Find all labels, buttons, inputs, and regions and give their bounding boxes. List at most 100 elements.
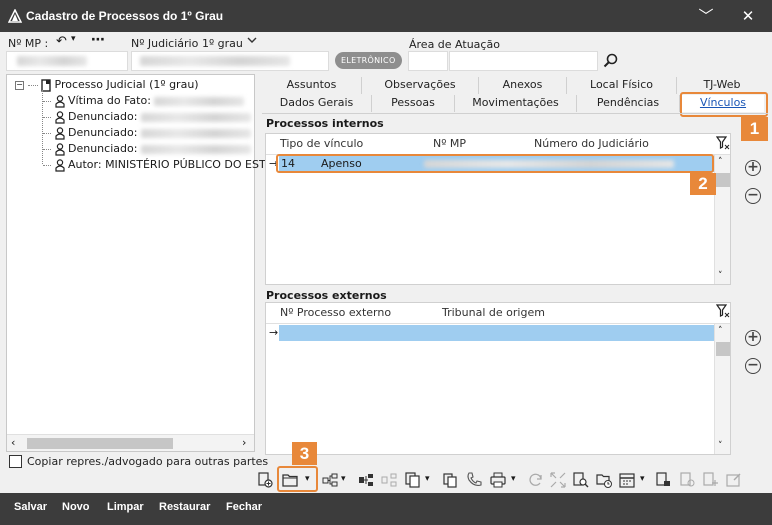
search-icon[interactable] xyxy=(603,53,619,69)
externos-grid: Nº Processo externo Tribunal de origem →… xyxy=(265,302,731,455)
copy-repres-label: Copiar repres./advogado para outras part… xyxy=(27,455,269,468)
column-header[interactable]: Nº MP xyxy=(433,134,466,154)
mp-input[interactable] xyxy=(6,51,128,71)
scrollbar-thumb[interactable] xyxy=(716,173,730,187)
tree-item[interactable]: Denunciado: xyxy=(43,109,251,125)
tab-pendencias[interactable]: Pendências xyxy=(577,95,680,112)
tree-item[interactable]: Vítima do Fato: xyxy=(43,93,245,109)
document-edit-icon[interactable] xyxy=(726,472,742,488)
copy-repres-checkbox[interactable] xyxy=(9,455,22,468)
chevron-down-icon[interactable]: ▾ xyxy=(71,34,76,44)
add-icon[interactable]: + xyxy=(745,330,761,346)
search-document-icon[interactable] xyxy=(573,472,589,488)
filter-icon[interactable] xyxy=(716,304,730,318)
expand-icon[interactable] xyxy=(550,472,566,488)
chevron-up-icon[interactable]: ˄ xyxy=(718,326,723,336)
tab-observacoes[interactable]: Observações xyxy=(362,77,479,94)
tree-item[interactable]: Denunciado: xyxy=(43,125,251,141)
remove-icon[interactable]: − xyxy=(745,358,761,374)
document-settings-icon[interactable] xyxy=(680,472,696,488)
phone-icon[interactable] xyxy=(466,472,482,488)
clear-button[interactable]: Limpar xyxy=(107,501,144,513)
refresh-icon[interactable] xyxy=(528,472,544,488)
tree-item-label: Autor: MINISTÉRIO PÚBLICO DO ESTA xyxy=(68,158,273,171)
judiciario-grau-select[interactable]: 1º grau xyxy=(202,37,243,50)
chevron-down-icon[interactable] xyxy=(247,36,257,44)
column-header[interactable]: Número do Judiciário xyxy=(534,134,649,154)
callout-number: 2 xyxy=(690,173,716,195)
filter-icon[interactable] xyxy=(716,136,730,150)
tree-item-label: Denunciado: xyxy=(68,126,138,139)
copy-icon[interactable] xyxy=(442,472,458,488)
restore-button[interactable]: Restaurar xyxy=(159,501,210,513)
row-marker: → xyxy=(269,326,279,339)
column-header[interactable]: Tipo de vínculo xyxy=(280,134,363,154)
chevron-down-icon[interactable]: ˅ xyxy=(718,271,723,281)
tree-item-label: Denunciado: xyxy=(68,142,138,155)
tab-local-fisico[interactable]: Local Físico xyxy=(567,77,677,94)
more-icon[interactable]: ⋯ xyxy=(91,32,105,48)
chevron-down-icon[interactable]: ▾ xyxy=(341,474,346,484)
chevron-right-icon[interactable]: › xyxy=(242,436,246,449)
new-document-icon[interactable] xyxy=(257,472,273,488)
documents-icon[interactable] xyxy=(405,472,421,488)
collapse-icon[interactable]: − xyxy=(15,80,24,90)
mp-label: Nº MP : xyxy=(8,37,49,50)
undo-icon[interactable]: ↶ xyxy=(56,34,67,49)
process-tree: − Processo Judicial (1º grau) Vítima do … xyxy=(6,74,272,452)
minimize-button[interactable]: ﹀ xyxy=(690,4,722,28)
document-add-icon[interactable] xyxy=(703,472,719,488)
scrollbar-thumb[interactable] xyxy=(27,438,173,449)
column-header[interactable]: Nº Processo externo xyxy=(280,303,391,323)
remove-icon[interactable]: − xyxy=(745,188,761,204)
area-atuacao-label: Área de Atuação xyxy=(409,38,500,51)
save-button[interactable]: Salvar xyxy=(14,501,47,513)
column-header[interactable]: Tribunal de origem xyxy=(442,303,545,323)
hierarchy-icon[interactable] xyxy=(322,472,338,488)
chevron-down-icon[interactable]: ▾ xyxy=(425,474,430,484)
highlight-box xyxy=(276,154,714,173)
person-icon xyxy=(54,142,65,156)
tab-anexos[interactable]: Anexos xyxy=(479,77,567,94)
window-title: Cadastro de Processos do 1º Grau xyxy=(26,9,224,23)
callout-number: 1 xyxy=(741,117,768,141)
chevron-down-icon[interactable]: ▾ xyxy=(511,474,516,484)
bottom-action-bar: Salvar Novo Limpar Restaurar Fechar xyxy=(0,493,772,525)
externos-vscrollbar[interactable]: ˄ ˅ xyxy=(714,324,730,454)
tab-assuntos[interactable]: Assuntos xyxy=(262,77,362,94)
tab-dados-gerais[interactable]: Dados Gerais xyxy=(262,95,372,112)
judiciario-input[interactable] xyxy=(131,51,329,71)
person-icon xyxy=(54,158,65,172)
document-lock-icon[interactable] xyxy=(656,472,672,488)
chevron-down-icon[interactable]: ˅ xyxy=(718,441,723,451)
chevron-up-icon[interactable]: ˄ xyxy=(718,157,723,167)
close-form-button[interactable]: Fechar xyxy=(226,501,262,513)
chevron-down-icon[interactable]: ▾ xyxy=(640,474,645,484)
add-icon[interactable]: + xyxy=(745,160,761,176)
unlink-process-icon[interactable] xyxy=(381,472,397,488)
person-icon xyxy=(54,94,65,108)
tree-item[interactable]: Denunciado: xyxy=(43,141,251,157)
print-icon[interactable] xyxy=(490,472,506,488)
scrollbar-thumb[interactable] xyxy=(716,342,730,356)
link-process-icon[interactable] xyxy=(358,472,374,488)
eletronico-badge: ELETRÔNICO xyxy=(335,52,402,69)
person-icon xyxy=(54,110,65,124)
tree-hscrollbar[interactable]: ‹ › xyxy=(7,434,254,451)
area-atuacao-input[interactable] xyxy=(449,51,598,71)
chevron-left-icon[interactable]: ‹ xyxy=(11,436,15,449)
internos-vscrollbar[interactable]: ˄ ˅ xyxy=(714,155,730,284)
calendar-icon[interactable] xyxy=(619,472,635,488)
tree-item-label: Denunciado: xyxy=(68,110,138,123)
table-row[interactable] xyxy=(279,325,714,341)
new-button[interactable]: Novo xyxy=(62,501,90,513)
judiciario-label: Nº Judiciário xyxy=(131,37,199,50)
app-logo-icon xyxy=(8,9,22,23)
area-code-input[interactable] xyxy=(408,51,448,71)
close-button[interactable]: ✕ xyxy=(732,4,764,28)
tab-movimentacoes[interactable]: Movimentações xyxy=(455,95,577,112)
tab-pessoas[interactable]: Pessoas xyxy=(372,95,455,112)
tree-item[interactable]: Autor: MINISTÉRIO PÚBLICO DO ESTA xyxy=(43,157,272,173)
folder-schedule-icon[interactable] xyxy=(596,472,612,488)
title-bar: Cadastro de Processos do 1º Grau ﹀ ✕ xyxy=(0,0,772,32)
